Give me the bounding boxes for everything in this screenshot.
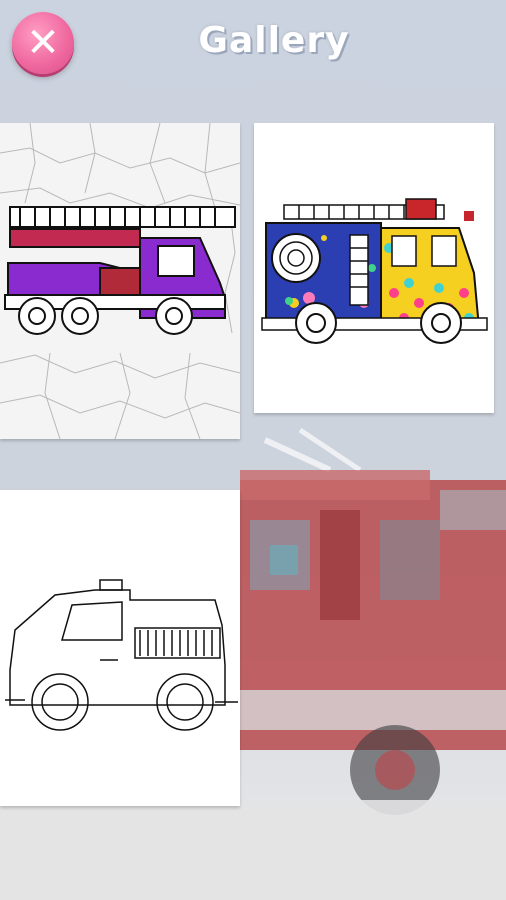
gallery-item-fire-engine[interactable] [254,123,494,413]
header-bar: ✕ Gallery [0,0,506,95]
pickup-truck-drawing [0,490,240,806]
fire-engine-drawing [254,123,494,413]
page-title: Gallery [198,20,350,61]
gallery-item-ladder-fire-truck[interactable] [0,123,240,439]
gallery-item-pickup-truck[interactable] [0,490,240,806]
ladder-fire-truck-drawing [0,123,240,439]
